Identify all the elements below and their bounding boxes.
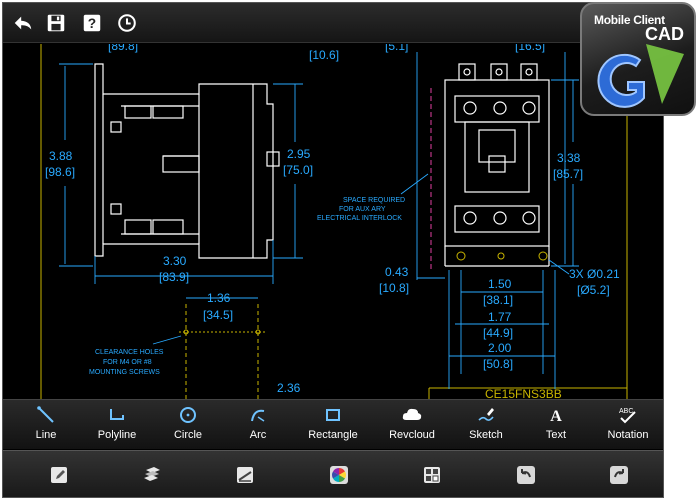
dim-left-height-mm: [98.6] xyxy=(45,165,75,179)
note-clearance-1: CLEARANCE HOLES xyxy=(95,349,164,356)
app-window: ? [89.8] [10.6] 3.88 [98.6] 2.95 [75.0] … xyxy=(2,2,664,498)
dim-right-h-mm: [85.7] xyxy=(553,167,583,181)
svg-text:ABC: ABC xyxy=(619,408,633,415)
drawing-canvas[interactable]: [89.8] [10.6] 3.88 [98.6] 2.95 [75.0] 3.… xyxy=(3,44,663,399)
dim-right-w3-mm: [50.8] xyxy=(483,357,513,371)
save-icon xyxy=(47,14,65,32)
dim-right-top-a: [5.1] xyxy=(385,44,408,53)
dim-right-holes-mm: [Ø5.2] xyxy=(577,283,610,297)
logo-mark-icon xyxy=(597,44,684,108)
dim-right-holes-in: 3X Ø0.21 xyxy=(569,267,620,281)
tool-text-label: Text xyxy=(545,429,567,441)
color-button[interactable] xyxy=(327,463,351,487)
dim-left-top-b: [10.6] xyxy=(309,48,339,62)
note-space-3: ELECTRICAL INTERLOCK xyxy=(317,215,402,222)
tool-polyline-label: Polyline xyxy=(97,429,137,441)
help-button[interactable]: ? xyxy=(78,9,106,37)
blocks-icon xyxy=(424,467,440,483)
notation-icon: ABC xyxy=(617,404,639,426)
cad-drawing: [89.8] [10.6] 3.88 [98.6] 2.95 [75.0] 3.… xyxy=(40,44,628,399)
save-button[interactable] xyxy=(42,9,70,37)
svg-text:?: ? xyxy=(88,16,96,31)
history-button[interactable] xyxy=(113,9,141,37)
dim-left-top-a: [89.8] xyxy=(108,44,138,53)
dim-right-w3-in: 2.00 xyxy=(488,341,512,355)
dim-right-top-b: [16.5] xyxy=(515,44,545,53)
revcloud-icon xyxy=(401,404,423,426)
app-logo: Mobile Client CAD xyxy=(580,2,696,116)
redo-icon xyxy=(610,466,628,484)
note-space-1: SPACE REQUIRED xyxy=(343,197,405,204)
tool-line-label: Line xyxy=(35,429,57,441)
tool-text[interactable]: A Text xyxy=(523,404,589,448)
measure-icon xyxy=(237,467,253,483)
dim-left-bottom: 2.36 xyxy=(277,381,301,395)
dim-right-w1-mm: [38.1] xyxy=(483,293,513,307)
undo-icon xyxy=(517,466,535,484)
tool-circle[interactable]: Circle xyxy=(155,404,221,448)
redo-button[interactable] xyxy=(607,463,631,487)
dim-left-width-mm: [83.9] xyxy=(159,270,189,284)
tool-polyline[interactable]: Polyline xyxy=(84,404,150,448)
text-icon: A xyxy=(545,404,567,426)
history-icon xyxy=(118,14,136,32)
draw-toolbar: Line Polyline Circle Arc Rectangle Revcl… xyxy=(3,399,663,449)
dim-left-width-in: 3.30 xyxy=(163,254,187,268)
rectangle-icon xyxy=(322,404,344,426)
tool-revcloud[interactable]: Revcloud xyxy=(379,404,445,448)
help-icon: ? xyxy=(83,14,101,32)
note-clearance-3: MOUNTING SCREWS xyxy=(89,369,160,376)
tool-notation-label: Notation xyxy=(607,429,649,441)
line-icon xyxy=(35,404,57,426)
tool-arc-label: Arc xyxy=(249,429,267,441)
dim-left-right-in: 2.95 xyxy=(287,147,311,161)
dim-right-w2-mm: [44.9] xyxy=(483,326,513,340)
tool-notation[interactable]: ABC Notation xyxy=(595,404,661,448)
back-icon xyxy=(14,16,32,30)
layers-button[interactable] xyxy=(140,463,164,487)
note-space-2: FOR AUX ARY xyxy=(339,206,386,213)
dim-right-off-mm: [10.8] xyxy=(379,281,409,295)
color-wheel-icon xyxy=(330,466,348,484)
back-button[interactable] xyxy=(9,9,37,37)
part-number: CE15FNS3BB xyxy=(485,387,562,399)
circle-icon xyxy=(177,404,199,426)
bottom-toolbar xyxy=(3,450,663,497)
dim-left-height-in: 3.88 xyxy=(49,149,73,163)
polyline-icon xyxy=(106,404,128,426)
dim-left-right-mm: [75.0] xyxy=(283,163,313,177)
blocks-button[interactable] xyxy=(420,463,444,487)
tool-line[interactable]: Line xyxy=(13,404,79,448)
tool-revcloud-label: Revcloud xyxy=(389,429,435,441)
tool-sketch[interactable]: Sketch xyxy=(453,404,519,448)
dim-right-off-in: 0.43 xyxy=(385,265,409,279)
sketch-icon xyxy=(475,404,497,426)
dim-left-hole-in: 1.36 xyxy=(207,291,231,305)
note-clearance-2: FOR M4 OR #8 xyxy=(103,359,152,366)
dim-left-hole-mm: [34.5] xyxy=(203,308,233,322)
top-toolbar: ? xyxy=(3,3,663,43)
dim-right-w1-in: 1.50 xyxy=(488,277,512,291)
undo-button[interactable] xyxy=(514,463,538,487)
tool-rectangle[interactable]: Rectangle xyxy=(300,404,366,448)
tool-sketch-label: Sketch xyxy=(469,429,503,441)
tool-arc[interactable]: Arc xyxy=(225,404,291,448)
arc-icon xyxy=(247,404,269,426)
layers-icon xyxy=(144,467,160,481)
edit-icon xyxy=(51,467,67,483)
tool-circle-label: Circle xyxy=(173,429,203,441)
dim-right-h-in: 3.38 xyxy=(557,151,581,165)
svg-text:A: A xyxy=(550,408,562,425)
measure-button[interactable] xyxy=(233,463,257,487)
edit-button[interactable] xyxy=(47,463,71,487)
dim-right-w2-in: 1.77 xyxy=(488,310,512,324)
tool-rectangle-label: Rectangle xyxy=(308,429,358,441)
